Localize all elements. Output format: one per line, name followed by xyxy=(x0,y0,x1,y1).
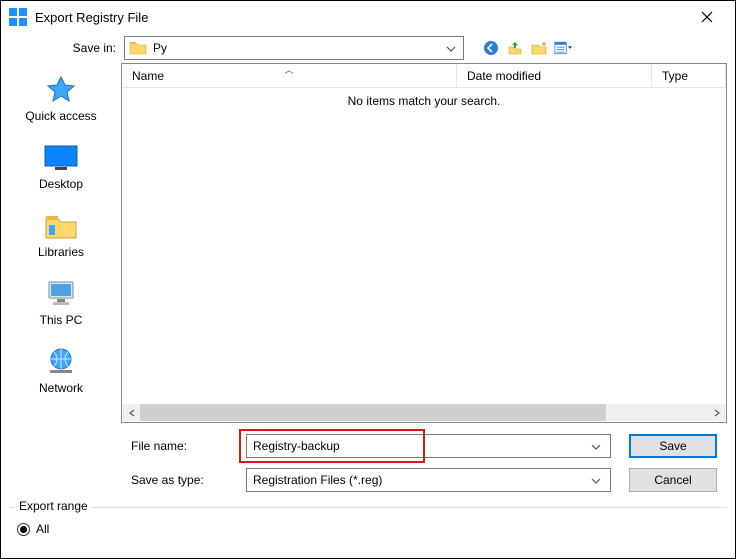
file-name-value: Registry-backup xyxy=(253,439,588,453)
window-title: Export Registry File xyxy=(35,10,687,25)
col-name[interactable]: ︿ Name xyxy=(122,64,457,87)
sort-asc-icon: ︿ xyxy=(284,63,293,76)
up-one-level-icon[interactable] xyxy=(506,39,524,57)
place-libraries[interactable]: Libraries xyxy=(1,205,121,263)
network-icon xyxy=(1,345,121,379)
new-folder-icon[interactable] xyxy=(530,39,548,57)
nav-icons xyxy=(482,39,572,57)
col-date-label: Date modified xyxy=(467,69,541,83)
save-button-label: Save xyxy=(659,439,686,453)
cancel-button[interactable]: Cancel xyxy=(629,468,717,492)
scroll-left-icon[interactable] xyxy=(123,404,140,421)
this-pc-icon xyxy=(1,277,121,311)
column-headers: ︿ Name Date modified Type xyxy=(122,64,726,88)
registry-icon xyxy=(9,8,27,26)
libraries-icon xyxy=(1,209,121,243)
scroll-track[interactable] xyxy=(140,404,708,421)
place-label: This PC xyxy=(1,313,121,327)
file-name-label: File name: xyxy=(1,439,246,453)
place-network[interactable]: Network xyxy=(1,341,121,399)
save-as-type-label: Save as type: xyxy=(1,473,246,487)
save-in-toolbar: Save in: Py xyxy=(1,33,735,63)
place-label: Libraries xyxy=(1,245,121,259)
col-date[interactable]: Date modified xyxy=(457,64,652,87)
save-in-value: Py xyxy=(153,41,443,55)
save-as-type-value: Registration Files (*.reg) xyxy=(253,473,588,487)
save-as-type-row: Save as type: Registration Files (*.reg)… xyxy=(1,463,727,497)
form-rows: File name: Registry-backup Save Save as … xyxy=(1,423,735,503)
chevron-down-icon[interactable] xyxy=(588,439,604,453)
save-in-combo[interactable]: Py xyxy=(124,36,464,60)
place-label: Network xyxy=(1,381,121,395)
export-range-group: Export range All xyxy=(9,507,727,544)
export-range-legend: Export range xyxy=(15,499,92,513)
chevron-down-icon[interactable] xyxy=(588,473,604,487)
file-listing[interactable]: ︿ Name Date modified Type No items match… xyxy=(121,63,727,423)
place-label: Quick access xyxy=(1,109,121,123)
close-button[interactable] xyxy=(687,1,727,33)
empty-message: No items match your search. xyxy=(122,88,726,108)
place-this-pc[interactable]: This PC xyxy=(1,273,121,331)
titlebar: Export Registry File xyxy=(1,1,735,33)
col-type[interactable]: Type xyxy=(652,64,726,87)
file-name-row: File name: Registry-backup Save xyxy=(1,429,727,463)
radio-all-row[interactable]: All xyxy=(17,522,719,536)
chevron-down-icon xyxy=(443,41,459,55)
radio-all[interactable] xyxy=(17,523,30,536)
places-bar: Quick access Desktop Libraries This PC N… xyxy=(1,63,121,423)
col-name-label: Name xyxy=(132,69,164,83)
col-type-label: Type xyxy=(662,69,688,83)
file-name-field[interactable]: Registry-backup xyxy=(246,434,611,458)
back-icon[interactable] xyxy=(482,39,500,57)
save-button[interactable]: Save xyxy=(629,434,717,458)
main-area: Quick access Desktop Libraries This PC N… xyxy=(1,63,735,423)
save-as-type-field[interactable]: Registration Files (*.reg) xyxy=(246,468,611,492)
place-desktop[interactable]: Desktop xyxy=(1,137,121,195)
folder-icon xyxy=(129,40,147,56)
place-label: Desktop xyxy=(1,177,121,191)
cancel-button-label: Cancel xyxy=(654,473,691,487)
radio-all-label: All xyxy=(36,522,49,536)
place-quick-access[interactable]: Quick access xyxy=(1,69,121,127)
scroll-right-icon[interactable] xyxy=(708,404,725,421)
desktop-icon xyxy=(1,141,121,175)
save-in-label: Save in: xyxy=(9,41,124,55)
quick-access-icon xyxy=(1,73,121,107)
view-menu-icon[interactable] xyxy=(554,39,572,57)
scroll-thumb[interactable] xyxy=(140,404,606,421)
h-scrollbar[interactable] xyxy=(123,404,725,421)
